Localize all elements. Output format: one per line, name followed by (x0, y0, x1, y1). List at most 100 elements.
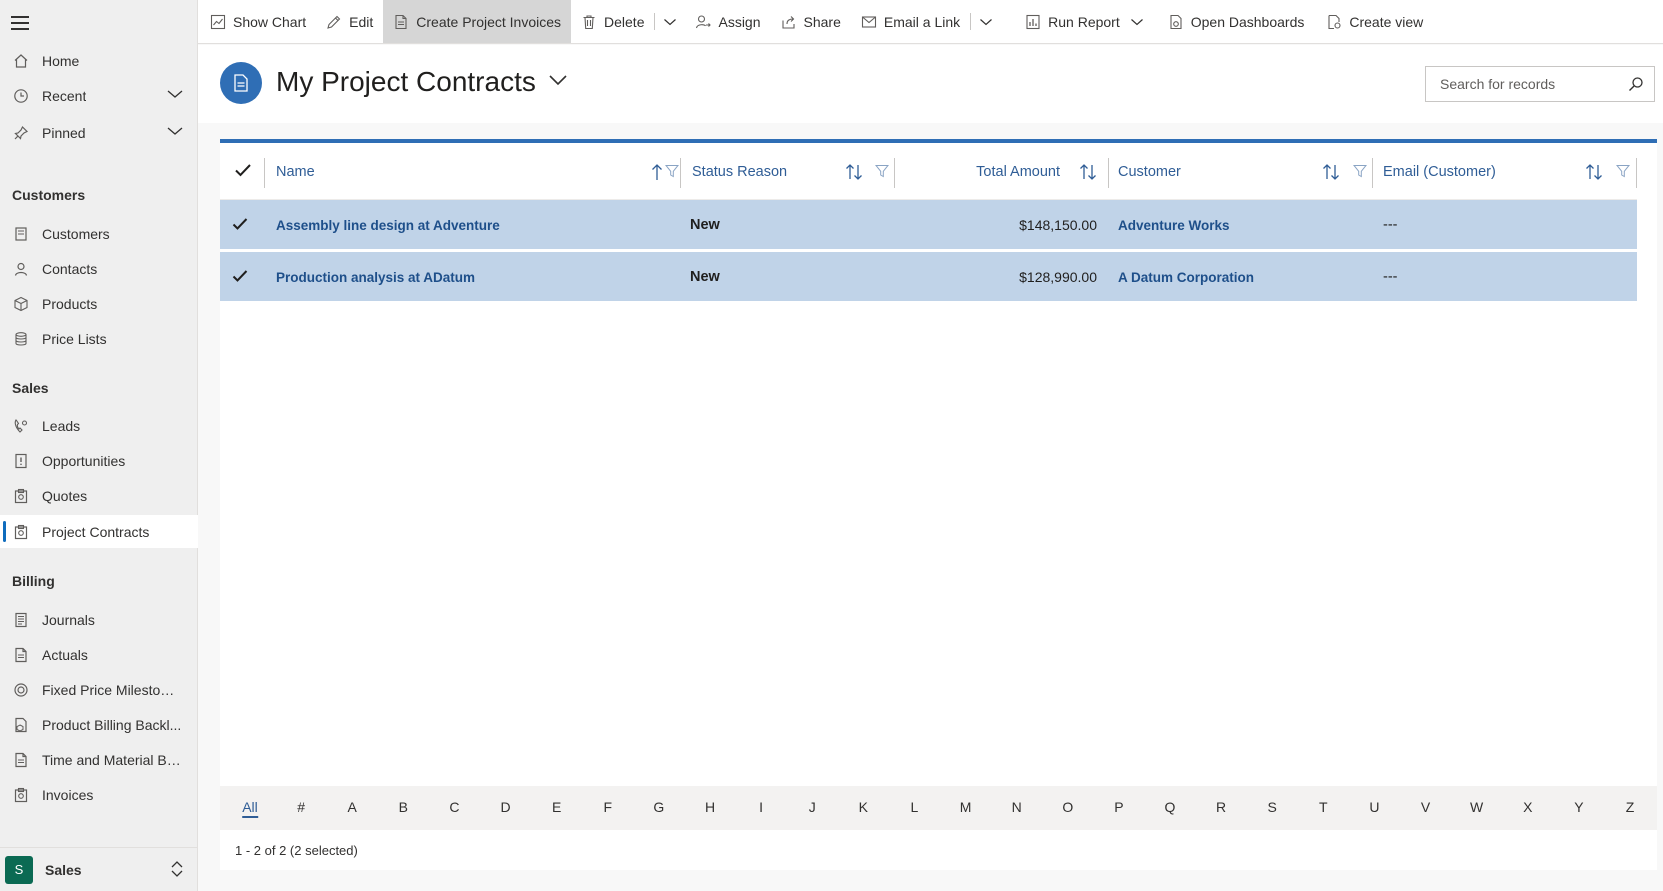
sidebar-item-actuals[interactable]: Actuals (0, 638, 198, 671)
jump-filter-letter[interactable]: Z (1626, 799, 1635, 815)
table-row[interactable]: Production analysis at ADatum New $128,9… (220, 252, 1637, 302)
entity-document-icon (220, 62, 262, 104)
sidebar-item-products[interactable]: Products (0, 287, 198, 320)
filter-icon[interactable] (874, 164, 890, 182)
sidebar-item-journals[interactable]: Journals (0, 603, 198, 636)
search-icon[interactable] (1628, 76, 1644, 95)
sidebar-item-label: Home (42, 52, 80, 69)
jump-filter-letter[interactable]: W (1470, 799, 1483, 815)
sidebar-item-customers[interactable]: Customers (0, 217, 198, 250)
sidebar-item-project-contracts[interactable]: Project Contracts (0, 515, 198, 548)
cell-customer-link[interactable]: Adventure Works (1118, 200, 1230, 250)
view-selector-chevron-icon[interactable] (548, 73, 568, 90)
sidebar-item-pinned[interactable]: Pinned (0, 116, 198, 149)
jump-filter-all[interactable]: All (242, 799, 258, 818)
jump-filter-letter[interactable]: M (960, 799, 972, 815)
jump-filter-letter[interactable]: D (500, 799, 510, 815)
filter-icon[interactable] (1615, 164, 1631, 182)
sidebar-item-leads[interactable]: Leads (0, 409, 198, 442)
table-row[interactable]: Assembly line design at Adventure New $1… (220, 200, 1637, 250)
jump-filter-letter[interactable]: N (1012, 799, 1022, 815)
more-delete-options-button[interactable] (655, 0, 685, 43)
home-icon (12, 52, 30, 70)
sidebar-item-time-material-billing[interactable]: Time and Material Bil... (0, 743, 198, 776)
email-a-link-button[interactable]: Email a Link (851, 0, 970, 43)
filter-icon[interactable] (1352, 164, 1368, 182)
sidebar-item-label: Product Billing Backl... (42, 716, 182, 733)
sidebar-item-price-lists[interactable]: Price Lists (0, 322, 198, 355)
jump-filter-letter[interactable]: X (1523, 799, 1532, 815)
column-header-total-amount[interactable]: Total Amount (895, 143, 1109, 200)
share-button[interactable]: Share (771, 0, 851, 43)
jump-filter-letter[interactable]: K (859, 799, 868, 815)
row-checkbox[interactable] (232, 200, 248, 250)
sidebar-item-home[interactable]: Home (0, 44, 198, 77)
jump-filter-letter[interactable]: T (1319, 799, 1328, 815)
dashboard-icon (1168, 14, 1184, 30)
more-email-options-button[interactable] (971, 0, 1001, 43)
sidebar-item-quotes[interactable]: Quotes (0, 479, 198, 512)
cell-name-link[interactable]: Production analysis at ADatum (276, 252, 475, 302)
report-icon (1025, 14, 1041, 30)
jump-filter-letter[interactable]: # (297, 799, 305, 815)
pin-icon (12, 124, 30, 142)
open-dashboards-button[interactable]: Open Dashboards (1154, 0, 1315, 43)
assign-label: Assign (718, 13, 761, 30)
delete-button[interactable]: Delete (571, 0, 654, 43)
jump-filter-letter[interactable]: A (348, 799, 357, 815)
filter-icon[interactable] (664, 164, 680, 182)
area-badge: S (5, 855, 33, 884)
cell-customer-link[interactable]: A Datum Corporation (1118, 252, 1254, 302)
sidebar-item-fixed-price-milestones[interactable]: Fixed Price Milestones (0, 673, 198, 706)
jump-filter-letter[interactable]: U (1369, 799, 1379, 815)
assign-button[interactable]: Assign (685, 0, 770, 43)
jump-filter-letter[interactable]: Y (1574, 799, 1583, 815)
jump-filter-letter[interactable]: H (705, 799, 715, 815)
jump-filter-letter[interactable]: F (603, 799, 612, 815)
column-header-customer[interactable]: Customer (1109, 143, 1373, 200)
cell-name-link[interactable]: Assembly line design at Adventure (276, 200, 500, 250)
cell-total-amount: $128,990.00 (1019, 269, 1097, 285)
jump-filter-letter[interactable]: G (653, 799, 664, 815)
sidebar-item-label: Products (42, 295, 98, 312)
jump-filter-letter[interactable]: E (552, 799, 561, 815)
jump-filter-letter[interactable]: C (449, 799, 459, 815)
chevron-down-icon[interactable] (166, 87, 184, 104)
sidebar-item-product-billing-backlog[interactable]: Product Billing Backl... (0, 708, 198, 741)
chevron-up-down-icon (170, 860, 184, 881)
column-header-email-customer[interactable]: Email (Customer) (1373, 143, 1637, 200)
sidebar-item-label: Time and Material Bil... (42, 751, 182, 768)
jump-filter-letter[interactable]: Q (1165, 799, 1176, 815)
run-report-button[interactable]: Run Report (1001, 0, 1154, 43)
column-header-label: Total Amount (976, 163, 1060, 180)
column-header-status-reason[interactable]: Status Reason (681, 143, 895, 200)
jump-filter-letter[interactable]: P (1114, 799, 1123, 815)
sidebar-item-recent[interactable]: Recent (0, 79, 198, 112)
jump-filter-letter[interactable]: I (759, 799, 763, 815)
column-header-name[interactable]: Name (265, 143, 681, 200)
jump-filter-letter[interactable]: S (1268, 799, 1277, 815)
chevron-down-icon[interactable] (1130, 17, 1144, 27)
jump-filter-letter[interactable]: L (911, 799, 919, 815)
edit-button[interactable]: Edit (316, 0, 383, 43)
select-all-checkbox[interactable] (220, 143, 265, 200)
sidebar-item-invoices[interactable]: Invoices (0, 778, 198, 811)
search-input[interactable] (1440, 76, 1620, 92)
create-project-invoices-button[interactable]: Create Project Invoices (383, 0, 572, 43)
sitemap-sidebar: Home Recent Pinned Customers Customers C… (0, 0, 198, 891)
sidebar-item-opportunities[interactable]: Opportunities (0, 444, 198, 477)
sidebar-item-label: Contacts (42, 260, 98, 277)
jump-filter-letter[interactable]: B (399, 799, 408, 815)
show-chart-button[interactable]: Show Chart (198, 0, 316, 43)
row-checkbox[interactable] (232, 252, 248, 302)
jump-filter-letter[interactable]: J (809, 799, 816, 815)
sidebar-item-contacts[interactable]: Contacts (0, 252, 198, 285)
hamburger-menu-icon[interactable] (10, 12, 34, 34)
jump-filter-letter[interactable]: O (1062, 799, 1073, 815)
create-view-button[interactable]: Create view (1314, 0, 1433, 43)
jump-filter-letter[interactable]: V (1421, 799, 1430, 815)
area-switcher[interactable]: S Sales (0, 847, 198, 891)
jump-filter-letter[interactable]: R (1216, 799, 1226, 815)
chevron-down-icon[interactable] (166, 124, 184, 141)
sidebar-item-label: Customers (42, 225, 110, 242)
